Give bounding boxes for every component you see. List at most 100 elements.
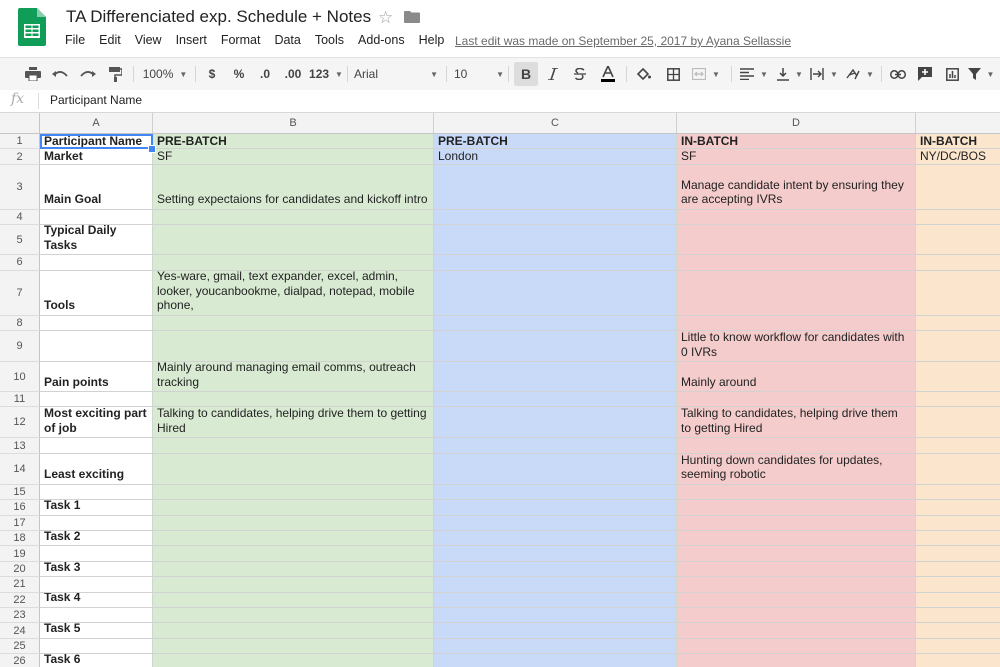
cell-a25[interactable] (40, 638, 153, 655)
increase-decimal-button[interactable]: .00 (280, 58, 306, 90)
cell-a13[interactable] (40, 438, 153, 454)
cell-c20[interactable] (434, 561, 677, 578)
cell-a9[interactable] (40, 331, 153, 362)
cell-d8[interactable] (677, 315, 916, 331)
cell-e26[interactable] (916, 654, 1000, 667)
cell-c13[interactable] (434, 438, 677, 454)
cell-a22[interactable]: Task 4 (40, 592, 153, 608)
cell-e25[interactable] (916, 638, 1000, 655)
row-header[interactable]: 10 (0, 362, 40, 392)
cell-b9[interactable] (153, 331, 434, 362)
cell-a17[interactable] (40, 515, 153, 531)
cell-a4[interactable] (40, 209, 153, 226)
cell-a6[interactable] (40, 255, 153, 271)
cell-b24[interactable] (153, 623, 434, 639)
cell-b5[interactable] (153, 225, 434, 256)
bold-button[interactable]: B (514, 62, 538, 86)
cell-e16[interactable] (916, 500, 1000, 516)
cell-e22[interactable] (916, 592, 1000, 608)
column-header-e[interactable] (916, 113, 1000, 133)
cell-a18[interactable]: Task 2 (40, 531, 153, 547)
cell-c9[interactable] (434, 331, 677, 362)
cell-b19[interactable] (153, 546, 434, 562)
cell-a12[interactable]: Most exciting part of job (40, 407, 153, 439)
zoom-select[interactable]: 100% ▼ (140, 58, 190, 90)
cell-e9[interactable] (916, 331, 1000, 362)
text-rotation-button[interactable]: ▼ (844, 58, 876, 90)
print-button[interactable] (22, 58, 44, 90)
cell-b1[interactable]: PRE-BATCH (153, 134, 434, 150)
cell-e18[interactable] (916, 531, 1000, 547)
cell-b20[interactable] (153, 561, 434, 578)
document-title[interactable]: TA Differenciated exp. Schedule + Notes (66, 7, 371, 27)
cell-e10[interactable] (916, 362, 1000, 392)
cell-b6[interactable] (153, 255, 434, 271)
star-icon[interactable]: ☆ (378, 8, 393, 28)
cell-d7[interactable] (677, 270, 916, 316)
cell-c23[interactable] (434, 608, 677, 624)
cell-c4[interactable] (434, 209, 677, 226)
cell-a2[interactable]: Market (40, 149, 153, 165)
cell-e8[interactable] (916, 315, 1000, 331)
horizontal-align-button[interactable]: ▼ (738, 58, 770, 90)
cell-e3[interactable] (916, 164, 1000, 210)
row-header[interactable]: 22 (0, 592, 40, 608)
cell-c6[interactable] (434, 255, 677, 271)
italic-button[interactable] (542, 58, 564, 90)
cell-a19[interactable] (40, 546, 153, 562)
cell-c15[interactable] (434, 484, 677, 501)
strikethrough-button[interactable] (569, 58, 591, 90)
cell-a24[interactable]: Task 5 (40, 623, 153, 639)
cell-a8[interactable] (40, 315, 153, 331)
row-header[interactable]: 11 (0, 392, 40, 408)
cell-b22[interactable] (153, 592, 434, 608)
cell-b7[interactable]: Yes-ware, gmail, text expander, excel, a… (153, 270, 434, 316)
folder-icon[interactable] (404, 11, 420, 23)
row-header[interactable]: 17 (0, 515, 40, 531)
font-family-select[interactable]: Arial ▼ (354, 58, 438, 90)
cell-d13[interactable] (677, 438, 916, 454)
cell-c21[interactable] (434, 577, 677, 593)
undo-button[interactable] (49, 58, 71, 90)
cell-b4[interactable] (153, 209, 434, 226)
text-color-button[interactable] (597, 58, 619, 90)
cell-b3[interactable]: Setting expectaions for candidates and k… (153, 164, 434, 210)
cell-e19[interactable] (916, 546, 1000, 562)
menu-view[interactable]: View (128, 33, 169, 51)
cell-a23[interactable] (40, 608, 153, 624)
cell-b13[interactable] (153, 438, 434, 454)
cell-b15[interactable] (153, 484, 434, 501)
cell-c25[interactable] (434, 638, 677, 655)
cell-d11[interactable] (677, 392, 916, 408)
percent-button[interactable]: % (228, 58, 250, 90)
cell-a26[interactable]: Task 6 (40, 654, 153, 667)
cell-c7[interactable] (434, 270, 677, 316)
cell-c2[interactable]: London (434, 149, 677, 165)
text-wrap-button[interactable]: ▼ (808, 58, 840, 90)
cell-a14[interactable]: Least exciting (40, 453, 153, 485)
cell-d26[interactable] (677, 654, 916, 667)
sheets-logo-icon[interactable] (18, 8, 46, 46)
row-header[interactable]: 6 (0, 255, 40, 271)
cell-a10[interactable]: Pain points (40, 362, 153, 392)
cell-c1[interactable]: PRE-BATCH (434, 134, 677, 150)
menu-format[interactable]: Format (214, 33, 268, 51)
row-header[interactable]: 23 (0, 608, 40, 624)
fill-handle[interactable] (148, 145, 156, 153)
cell-d4[interactable] (677, 209, 916, 226)
cell-d22[interactable] (677, 592, 916, 608)
cell-e4[interactable] (916, 209, 1000, 226)
row-header[interactable]: 20 (0, 561, 40, 578)
menu-data[interactable]: Data (267, 33, 307, 51)
row-header[interactable]: 4 (0, 209, 40, 226)
column-header-a[interactable]: A (40, 113, 153, 133)
cell-e11[interactable] (916, 392, 1000, 408)
cell-d20[interactable] (677, 561, 916, 578)
cell-e24[interactable] (916, 623, 1000, 639)
cell-d15[interactable] (677, 484, 916, 501)
currency-button[interactable]: $ (202, 58, 222, 90)
merge-cells-button[interactable]: ▼ (690, 58, 722, 90)
insert-chart-button[interactable] (941, 58, 963, 90)
cell-d23[interactable] (677, 608, 916, 624)
cell-d3[interactable]: Manage candidate intent by ensuring they… (677, 164, 916, 210)
